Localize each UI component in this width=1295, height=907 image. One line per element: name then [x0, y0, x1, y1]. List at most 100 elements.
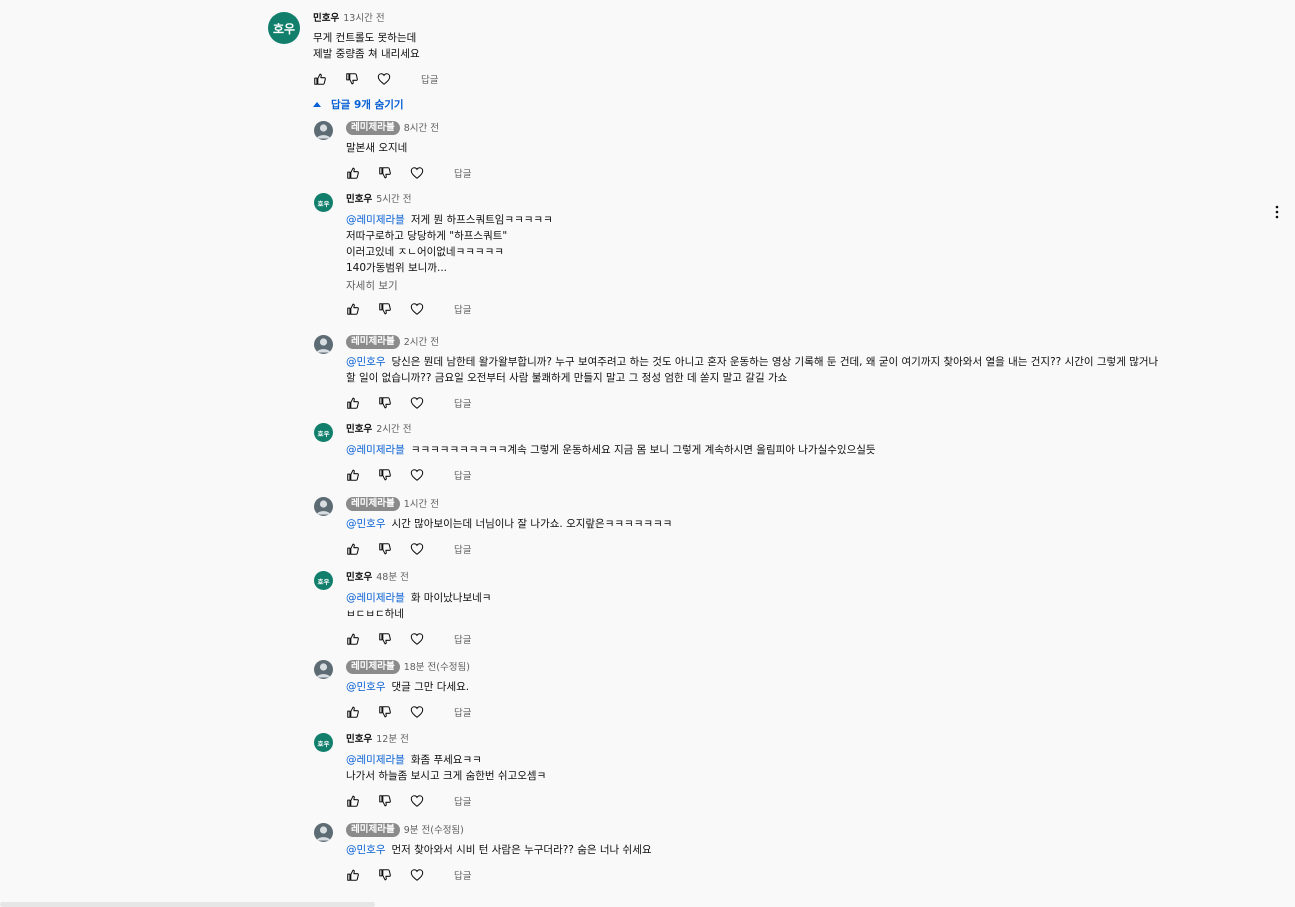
- reply-button[interactable]: 답글: [454, 166, 471, 180]
- thumb-down-icon[interactable]: [378, 542, 392, 556]
- reply-header: 레미제라블 2시간 전: [346, 335, 439, 349]
- mention-link[interactable]: @레미제라블: [346, 754, 405, 766]
- mention-link[interactable]: @민호우: [346, 681, 385, 693]
- avatar[interactable]: [314, 660, 333, 679]
- reply-time[interactable]: 48분 전: [376, 571, 409, 584]
- avatar[interactable]: [314, 335, 333, 354]
- author-chip[interactable]: 레미제라블: [346, 823, 400, 837]
- heart-icon[interactable]: [377, 72, 391, 86]
- reply-time[interactable]: 12분 전: [376, 733, 409, 746]
- reply-line: @민호우 시간 많아보이는데 너님이나 잘 나가쇼. 오지랖은ㅋㅋㅋㅋㅋㅋㅋ: [346, 516, 672, 532]
- avatar-text: 호우: [317, 429, 330, 438]
- thumb-down-icon[interactable]: [378, 166, 392, 180]
- reply-actions: 답글: [346, 395, 471, 411]
- thumb-down-icon[interactable]: [378, 302, 392, 316]
- read-more-link[interactable]: 자세히 보기: [346, 278, 398, 293]
- reply-button[interactable]: 답글: [454, 302, 471, 316]
- reply-line: @레미제라블 저게 뭔 하프스쿼트임ㅋㅋㅋㅋㅋ: [346, 212, 553, 228]
- reply-button[interactable]: 답글: [454, 542, 471, 556]
- mention-link[interactable]: @레미제라블: [346, 592, 405, 604]
- mention-link[interactable]: @레미제라블: [346, 444, 405, 456]
- avatar[interactable]: 호우: [314, 423, 333, 442]
- reply-time[interactable]: 18분 전(수정됨): [404, 661, 470, 674]
- avatar[interactable]: 호우: [314, 571, 333, 590]
- reply-time[interactable]: 1시간 전: [404, 498, 439, 511]
- reply-actions: 답글: [346, 793, 471, 809]
- avatar[interactable]: [314, 823, 333, 842]
- reply-time[interactable]: 2시간 전: [404, 336, 439, 349]
- more-vert-icon[interactable]: [1275, 204, 1279, 219]
- comment-time[interactable]: 13시간 전: [343, 12, 384, 25]
- reply-header: 민호우 2시간 전: [346, 423, 412, 436]
- author-name[interactable]: 민호우: [346, 423, 372, 436]
- reply-button[interactable]: 답글: [421, 72, 438, 86]
- thumb-down-icon[interactable]: [378, 868, 392, 882]
- heart-icon[interactable]: [410, 794, 424, 808]
- reply-line: 이러고있네 ㅈㄴ어이없네ㅋㅋㅋㅋㅋ: [346, 244, 553, 260]
- reply-time[interactable]: 8시간 전: [404, 122, 439, 135]
- author-chip[interactable]: 레미제라블: [346, 335, 400, 349]
- horizontal-scrollbar[interactable]: [0, 902, 375, 907]
- thumb-up-icon[interactable]: [346, 468, 360, 482]
- mention-link[interactable]: @레미제라블: [346, 214, 405, 226]
- reply-text: @레미제라블 ㅋㅋㅋㅋㅋㅋㅋㅋㅋㅋ계속 그렇게 운동하세요 지금 몸 보니 그렇게…: [346, 442, 876, 458]
- reply-button[interactable]: 답글: [454, 794, 471, 808]
- reply-button[interactable]: 답글: [454, 632, 471, 646]
- thumb-down-icon[interactable]: [378, 468, 392, 482]
- thumb-down-icon[interactable]: [378, 705, 392, 719]
- heart-icon[interactable]: [410, 705, 424, 719]
- thumb-down-icon[interactable]: [378, 632, 392, 646]
- author-chip[interactable]: 레미제라블: [346, 660, 400, 674]
- mention-link[interactable]: @민호우: [346, 844, 385, 856]
- reply-line: @레미제라블 ㅋㅋㅋㅋㅋㅋㅋㅋㅋㅋ계속 그렇게 운동하세요 지금 몸 보니 그렇게…: [346, 442, 876, 458]
- reply-time[interactable]: 5시간 전: [376, 193, 411, 206]
- reply-time[interactable]: 9분 전(수정됨): [404, 824, 464, 837]
- heart-icon[interactable]: [410, 868, 424, 882]
- reply-line-text: 저게 뭔 하프스쿼트임ㅋㅋㅋㅋㅋ: [410, 214, 553, 226]
- thumb-down-icon[interactable]: [378, 396, 392, 410]
- thumb-up-icon[interactable]: [346, 794, 360, 808]
- reply-actions: 답글: [346, 704, 471, 720]
- thumb-up-icon[interactable]: [346, 705, 360, 719]
- reply-button[interactable]: 답글: [454, 396, 471, 410]
- reply-button[interactable]: 답글: [454, 705, 471, 719]
- thumb-up-icon[interactable]: [313, 72, 327, 86]
- author-name[interactable]: 민호우: [313, 12, 339, 25]
- mention-link[interactable]: @민호우: [346, 356, 385, 368]
- reply-actions: 답글: [346, 867, 471, 883]
- reply-time[interactable]: 2시간 전: [376, 423, 411, 436]
- hide-replies-button[interactable]: 답글 9개 숨기기: [313, 97, 404, 112]
- author-name[interactable]: 민호우: [346, 193, 372, 206]
- avatar[interactable]: 호우: [314, 193, 333, 212]
- thumb-down-icon[interactable]: [378, 794, 392, 808]
- reply-button[interactable]: 답글: [454, 868, 471, 882]
- avatar[interactable]: [314, 121, 333, 140]
- thumb-up-icon[interactable]: [346, 166, 360, 180]
- thumb-down-icon[interactable]: [345, 72, 359, 86]
- author-chip[interactable]: 레미제라블: [346, 497, 400, 511]
- author-name[interactable]: 민호우: [346, 571, 372, 584]
- reply-line-text: 먼저 찾아와서 시비 턴 사람은 누구더라?? 숨은 너나 쉬세요: [391, 844, 652, 856]
- reply-line: 140가동범위 보니까...: [346, 260, 553, 276]
- thumb-up-icon[interactable]: [346, 542, 360, 556]
- thumb-up-icon[interactable]: [346, 868, 360, 882]
- reply-line: @민호우 댓글 그만 다세요.: [346, 679, 469, 695]
- heart-icon[interactable]: [410, 166, 424, 180]
- heart-icon[interactable]: [410, 396, 424, 410]
- thumb-up-icon[interactable]: [346, 396, 360, 410]
- avatar[interactable]: 호우: [268, 12, 300, 44]
- avatar[interactable]: [314, 497, 333, 516]
- heart-icon[interactable]: [410, 542, 424, 556]
- reply-actions: 답글: [346, 631, 471, 647]
- thumb-up-icon[interactable]: [346, 632, 360, 646]
- avatar[interactable]: 호우: [314, 733, 333, 752]
- thumb-up-icon[interactable]: [346, 302, 360, 316]
- author-name[interactable]: 민호우: [346, 733, 372, 746]
- author-chip[interactable]: 레미제라블: [346, 121, 400, 135]
- heart-icon[interactable]: [410, 632, 424, 646]
- reply-line-text: 140가동범위 보니까...: [346, 262, 448, 274]
- mention-link[interactable]: @민호우: [346, 518, 385, 530]
- heart-icon[interactable]: [410, 468, 424, 482]
- heart-icon[interactable]: [410, 302, 424, 316]
- reply-button[interactable]: 답글: [454, 468, 471, 482]
